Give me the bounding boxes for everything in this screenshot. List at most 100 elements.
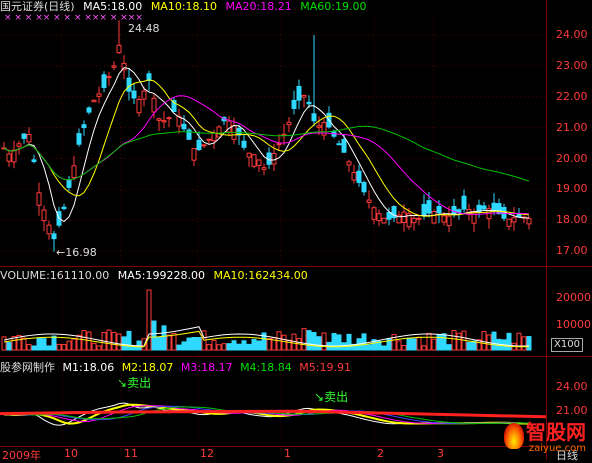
volume-bar — [406, 337, 412, 351]
candle-body — [136, 98, 142, 114]
candle-body — [101, 74, 107, 88]
candle-body — [261, 167, 267, 170]
watermark: 智股网 zaiyue.com — [504, 420, 586, 454]
volume-bar — [151, 320, 157, 351]
volume-bar — [221, 343, 227, 351]
volume-bar — [171, 332, 177, 351]
price-tick: 18.00 — [556, 213, 588, 226]
candle-body — [6, 153, 12, 162]
candle-body — [356, 170, 362, 183]
candle-body — [126, 77, 132, 92]
volume-bar — [451, 330, 457, 351]
candle-body — [271, 152, 277, 165]
candle-body — [311, 113, 317, 122]
candle-body — [246, 152, 252, 158]
time-tick: 11 — [124, 447, 138, 460]
price-tick: 17.00 — [556, 244, 588, 257]
candle-body — [21, 133, 27, 139]
volume-bar — [236, 343, 242, 351]
indicator-tick: 24.00 — [556, 380, 588, 393]
volume-bar — [316, 336, 322, 351]
candle-body — [376, 213, 382, 222]
volume-bar — [346, 333, 352, 351]
candle-body — [156, 118, 162, 121]
volume-bar — [411, 338, 417, 351]
volume-bar — [176, 344, 182, 351]
candle-body — [526, 218, 532, 225]
volume-bar — [526, 336, 532, 351]
candle-body — [511, 217, 517, 223]
volume-bar — [231, 340, 237, 351]
volume-bar — [381, 345, 387, 351]
candle-body — [296, 86, 302, 101]
candle-body — [306, 101, 312, 105]
candle-body — [286, 121, 292, 126]
volume-bar — [246, 343, 252, 351]
volume-bar — [216, 344, 222, 351]
volume-bar — [91, 342, 97, 351]
volume-bar — [71, 338, 77, 351]
volume-bar — [491, 331, 497, 351]
ma5-line — [3, 67, 529, 223]
price-tick: 22.00 — [556, 90, 588, 103]
price-tick: 20.00 — [556, 152, 588, 165]
candle-body — [216, 126, 222, 138]
volume-bar — [106, 329, 112, 351]
candle-body — [386, 212, 392, 220]
price-tick: 19.00 — [556, 182, 588, 195]
volume-bar — [441, 333, 447, 351]
volume-bar — [306, 330, 312, 351]
volume-bar — [396, 340, 402, 351]
candle-body — [111, 65, 117, 68]
volume-bar — [266, 338, 272, 351]
kline-chart — [0, 14, 547, 446]
volume-bar — [1, 336, 7, 351]
volume-bar — [241, 340, 247, 351]
volume-bar — [51, 335, 57, 351]
volume-tick: 10000 — [556, 318, 591, 331]
candle-body — [366, 199, 372, 203]
marker-row: × × × ×× × × × ××× × ××× — [4, 13, 143, 23]
candle-body — [411, 217, 417, 224]
volume-bar — [196, 337, 202, 351]
volume-bar — [26, 344, 32, 351]
volume-bar — [211, 339, 217, 351]
volume-bar — [331, 333, 337, 351]
flame-icon — [504, 423, 524, 449]
time-tick: 12 — [200, 447, 214, 460]
volume-bar — [41, 338, 47, 351]
candle-body — [196, 139, 202, 150]
price-tick: 21.00 — [556, 121, 588, 134]
candle-body — [146, 73, 152, 81]
candle-body — [46, 224, 52, 235]
time-tick: 1 — [284, 447, 291, 460]
candle-body — [226, 120, 232, 133]
candle-body — [211, 132, 217, 142]
volume-bar — [466, 341, 472, 351]
candle-body — [201, 144, 207, 147]
candle-body — [106, 76, 112, 79]
candle-body — [461, 195, 467, 210]
volume-bar — [431, 338, 437, 351]
volume-bar — [456, 332, 462, 351]
candle-body — [81, 124, 87, 129]
volume-bar — [336, 334, 342, 351]
volume-bar — [311, 331, 317, 351]
volume-bar — [66, 340, 72, 351]
volume-bar — [206, 344, 212, 351]
candle-body — [431, 211, 437, 224]
low-annotation: ←16.98 — [56, 246, 97, 259]
candle-body — [456, 209, 462, 213]
volume-bar — [126, 330, 132, 351]
candle-body — [506, 218, 512, 227]
candle-body — [381, 217, 387, 224]
candle-body — [181, 123, 187, 130]
time-tick: 2 — [377, 447, 384, 460]
candle-body — [61, 206, 67, 210]
volume-bar — [121, 336, 127, 351]
volume-bar — [366, 344, 372, 351]
brand-name: 智股网 — [526, 420, 586, 444]
high-annotation: 24.48 — [128, 22, 160, 35]
volume-bar — [36, 337, 42, 351]
candle-body — [496, 203, 502, 215]
